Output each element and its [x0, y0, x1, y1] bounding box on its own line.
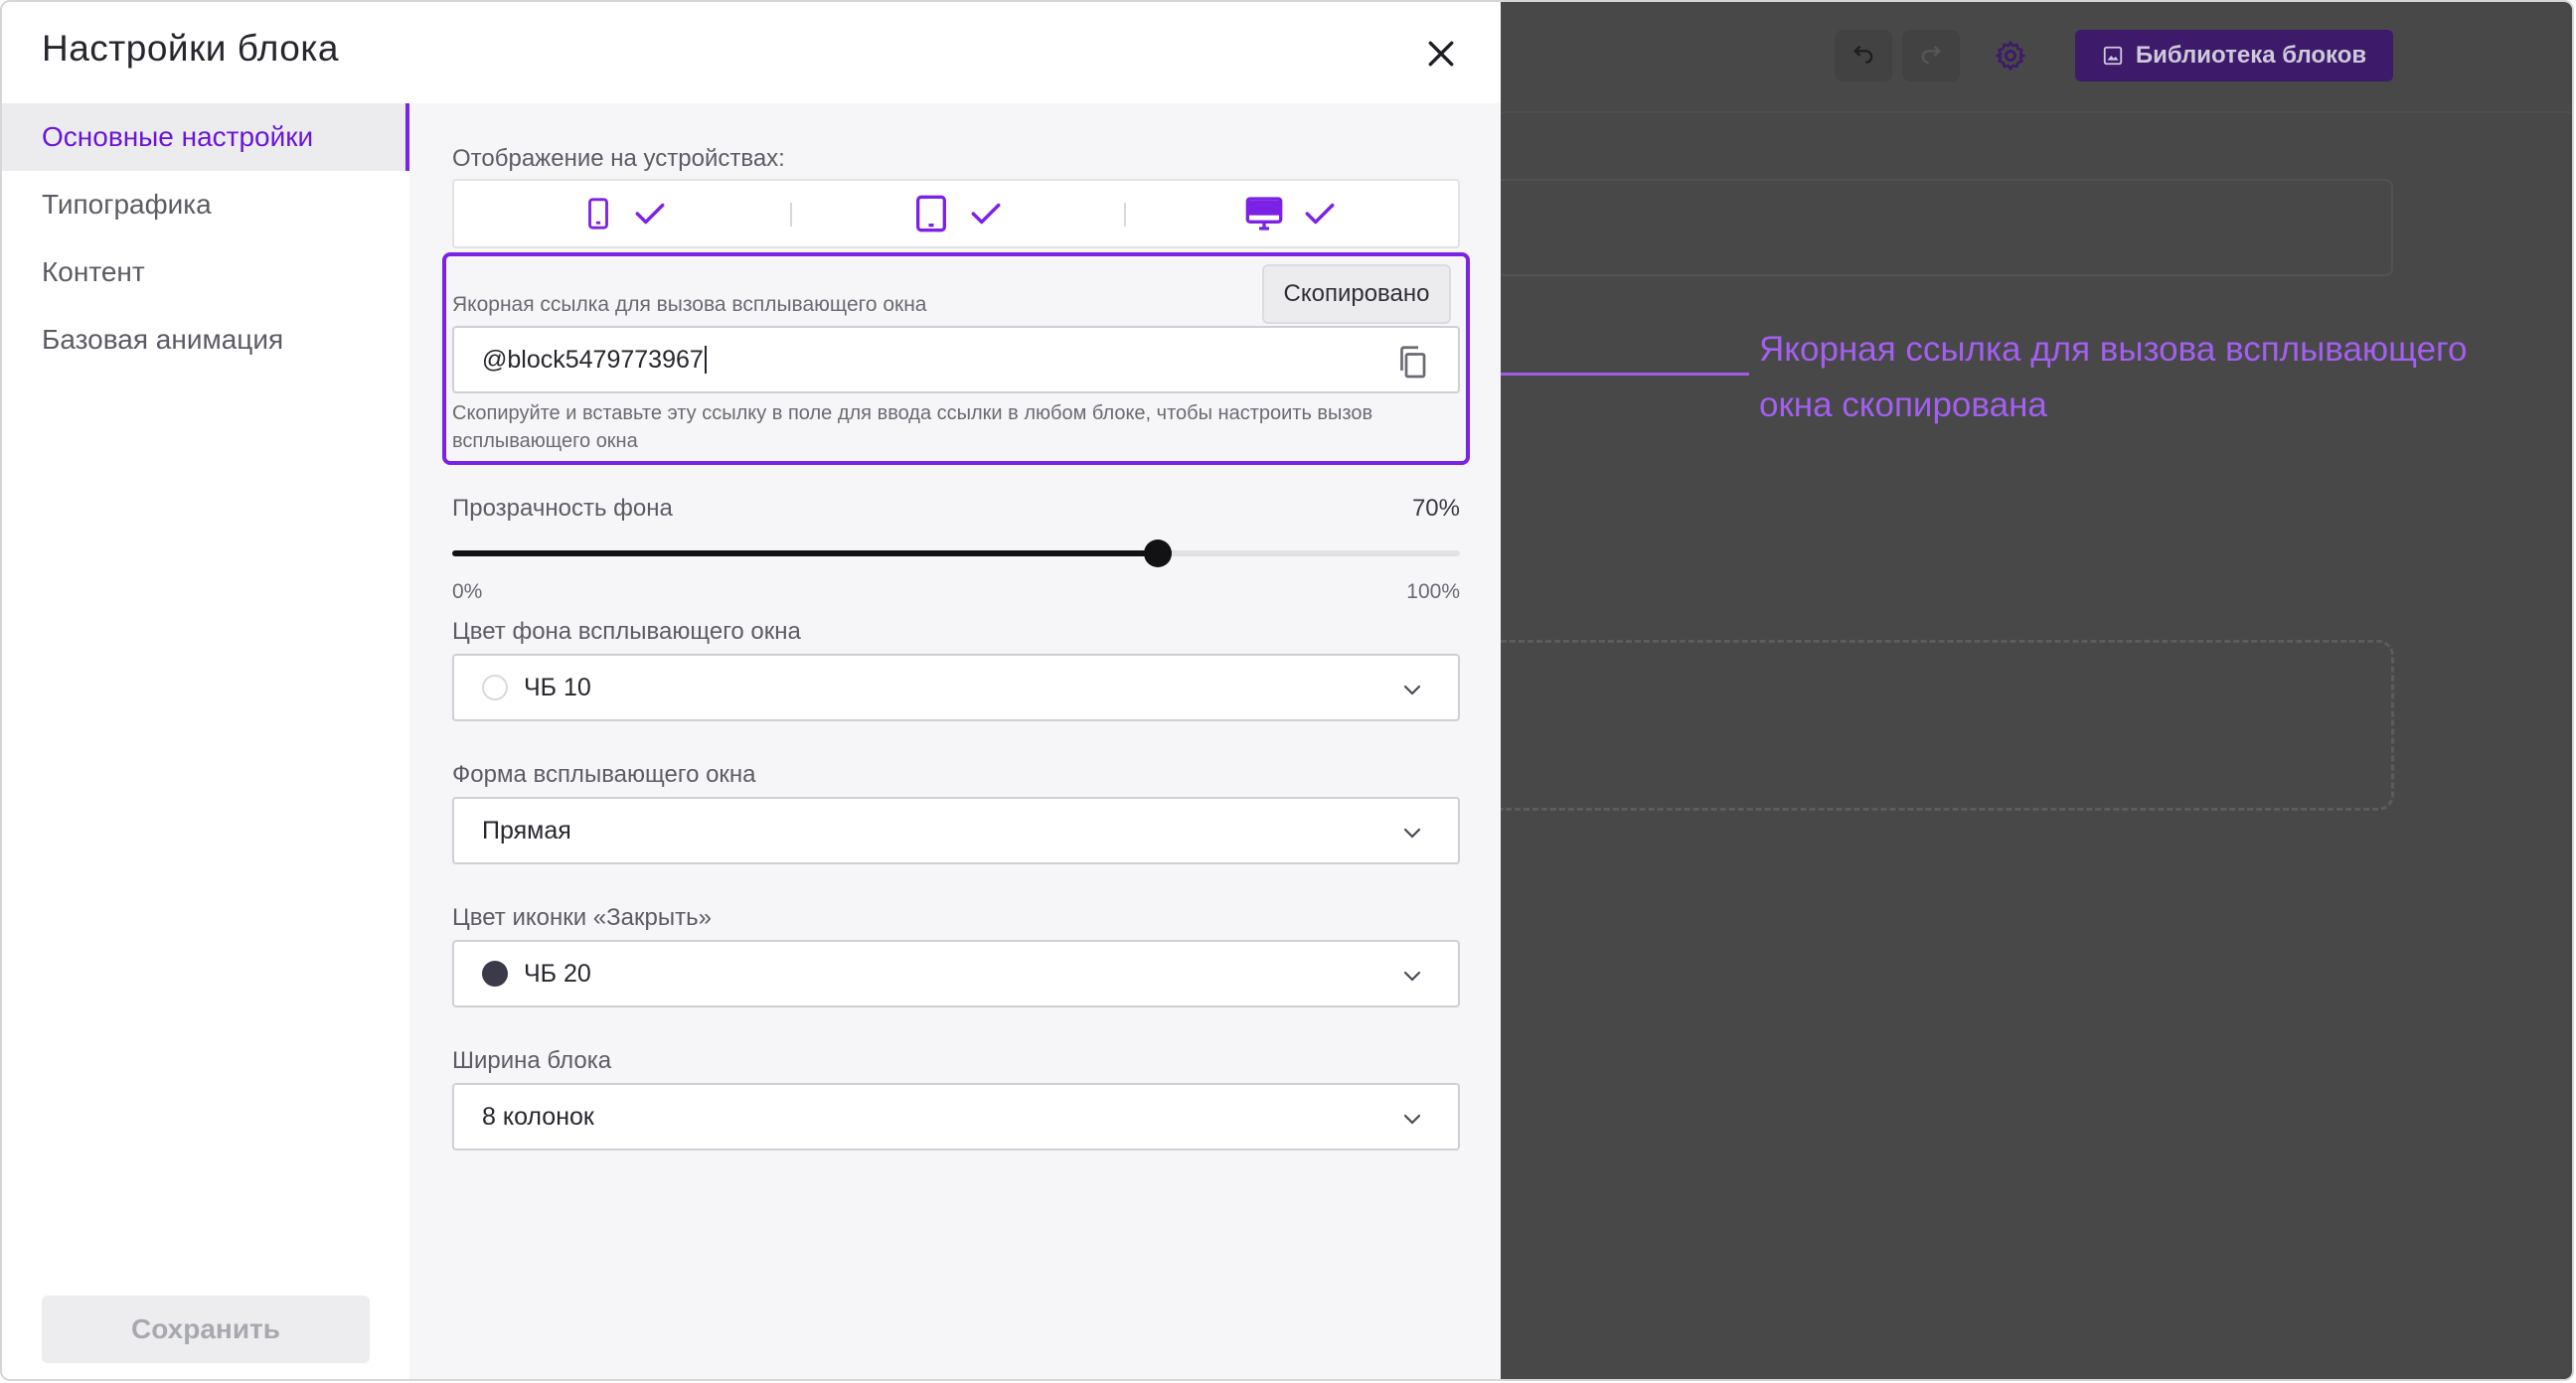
tablet-icon	[916, 195, 946, 232]
color-swatch	[482, 675, 508, 700]
block-width-value: 8 колонок	[482, 1102, 594, 1131]
device-toggle-desktop[interactable]	[1243, 181, 1337, 246]
color-swatch	[482, 961, 508, 987]
check-icon	[635, 203, 665, 225]
app-frame: Библиотека блоков Якорная ссылка для выз…	[0, 0, 2574, 1381]
anchor-label: Якорная ссылка для вызова всплывающего о…	[452, 293, 927, 316]
shape-label: Форма всплывающего окна	[452, 761, 756, 788]
shape-value: Прямая	[482, 816, 571, 845]
device-separator	[1124, 203, 1126, 227]
text-cursor	[704, 346, 707, 374]
devices-label: Отображение на устройствах:	[452, 145, 785, 172]
editor-drop-zone	[1501, 640, 2394, 811]
opacity-min-label: 0%	[452, 580, 483, 603]
opacity-label: Прозрачность фона	[452, 495, 673, 522]
anchor-link-value: @block5479773967	[482, 345, 704, 374]
opacity-max-label: 100%	[1406, 580, 1460, 603]
redo-icon	[1921, 45, 1941, 65]
anchor-link-field[interactable]: @block5479773967	[452, 326, 1460, 393]
device-visibility-group	[452, 179, 1460, 248]
chevron-down-icon	[1403, 971, 1421, 982]
close-color-value: ЧБ 20	[524, 959, 591, 988]
block-width-label: Ширина блока	[452, 1047, 612, 1074]
close-color-select[interactable]: ЧБ 20	[452, 940, 1460, 1007]
settings-sidebar: Основные настройки Типографика Контент Б…	[2, 103, 409, 1379]
device-toggle-tablet[interactable]	[911, 181, 1003, 246]
save-button[interactable]: Сохранить	[42, 1296, 370, 1363]
block-library-label: Библиотека блоков	[2135, 42, 2367, 69]
sidebar-item-basic[interactable]: Основные настройки	[2, 103, 409, 171]
callout-text: Якорная ссылка для вызова всплывающего о…	[1759, 330, 2468, 424]
device-toggle-mobile[interactable]	[581, 181, 667, 246]
panel-title: Настройки блока	[42, 28, 339, 69]
opacity-value: 70%	[1411, 495, 1460, 522]
chevron-down-icon	[1403, 685, 1421, 695]
gear-icon	[1996, 41, 2025, 71]
shape-select[interactable]: Прямая	[452, 797, 1460, 864]
check-icon	[971, 203, 1001, 225]
close-color-label: Цвет иконки «Закрыть»	[452, 904, 712, 931]
bg-color-select[interactable]: ЧБ 10	[452, 654, 1460, 721]
redo-button[interactable]	[1902, 30, 1960, 81]
copy-icon[interactable]	[1394, 344, 1430, 380]
close-icon	[1428, 41, 1454, 67]
check-icon	[1305, 203, 1335, 225]
settings-button[interactable]	[1982, 30, 2039, 81]
bg-color-value: ЧБ 10	[524, 673, 591, 701]
opacity-slider-thumb[interactable]	[1143, 539, 1172, 567]
bg-color-label: Цвет фона всплывающего окна	[452, 618, 801, 645]
panel-header: Настройки блока	[2, 2, 1501, 105]
image-icon	[2103, 46, 2122, 66]
block-library-button[interactable]: Библиотека блоков	[2075, 30, 2393, 81]
undo-button[interactable]	[1835, 30, 1892, 81]
opacity-slider[interactable]	[452, 539, 1460, 567]
device-separator	[790, 203, 792, 227]
mobile-icon	[588, 198, 608, 230]
desktop-icon	[1245, 197, 1283, 230]
close-button[interactable]	[1417, 30, 1465, 77]
editor-divider	[1501, 111, 2572, 113]
editor-ghost-field	[1501, 179, 2393, 276]
opacity-slider-fill	[452, 550, 1158, 556]
undo-icon	[1853, 45, 1873, 65]
sidebar-item-animation[interactable]: Базовая анимация	[2, 306, 409, 374]
chevron-down-icon	[1403, 1114, 1421, 1125]
copied-tooltip: Скопировано	[1262, 264, 1451, 324]
sidebar-item-typography[interactable]: Типографика	[2, 171, 409, 238]
block-settings-panel: Настройки блока Основные настройки Типог…	[2, 2, 1501, 1379]
chevron-down-icon	[1403, 828, 1421, 839]
anchor-hint: Скопируйте и вставьте эту ссылку в поле …	[452, 402, 1373, 452]
block-width-select[interactable]: 8 колонок	[452, 1083, 1460, 1151]
sidebar-item-content[interactable]: Контент	[2, 238, 409, 306]
callout-line	[1485, 373, 1749, 376]
